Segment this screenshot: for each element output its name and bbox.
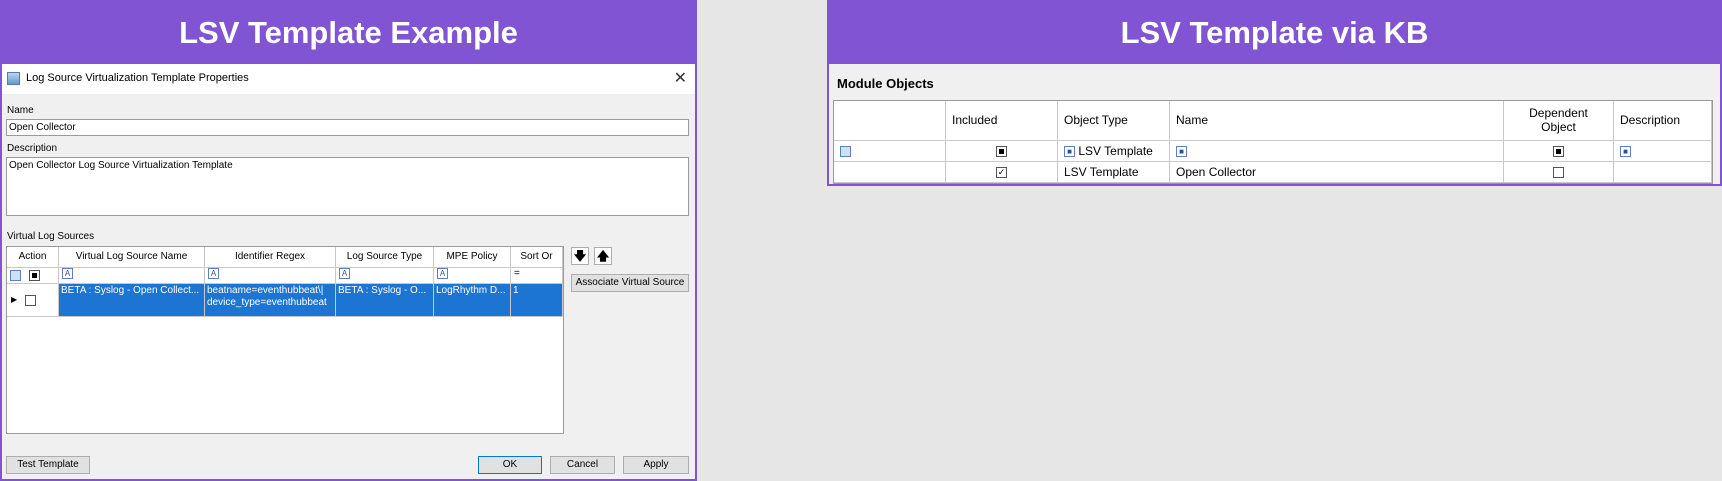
kb-row-included[interactable]: ✓ [946, 162, 1058, 183]
template-properties-dialog: Log Source Virtualization Template Prope… [2, 64, 695, 479]
col-action[interactable]: Action [7, 247, 59, 268]
kb-col-description[interactable]: Description [1614, 101, 1712, 141]
row-log-source-type: BETA : Syslog - O... [336, 284, 434, 317]
col-identifier-regex[interactable]: Identifier Regex [205, 247, 336, 268]
test-template-button[interactable]: Test Template [6, 456, 90, 474]
grid-filter-row: A A A A = [7, 268, 563, 284]
apply-button[interactable]: Apply [623, 456, 689, 474]
dialog-title: Log Source Virtualization Template Prope… [26, 72, 249, 84]
filter-log-source-type[interactable]: A [336, 268, 434, 284]
dependent-label-line2: Object [1541, 120, 1576, 134]
filter-sort-order[interactable]: = [511, 268, 563, 284]
app-icon [7, 72, 20, 85]
lsv-template-via-kb-panel: LSV Template via KB Module Objects Inclu… [827, 0, 1722, 186]
row-action-cell: ▶ [7, 284, 59, 317]
equals-filter-icon: = [514, 268, 520, 279]
filter-mpe-policy[interactable]: A [434, 268, 511, 284]
arrow-down-icon: 🡇 [573, 249, 587, 263]
description-textarea[interactable]: Open Collector Log Source Virtualization… [6, 157, 689, 216]
arrow-up-icon: 🡅 [596, 249, 610, 263]
kb-row-description [1614, 162, 1712, 183]
left-banner: LSV Template Example [2, 2, 695, 64]
kb-col-name[interactable]: Name [1170, 101, 1504, 141]
filter-dependent-checkbox[interactable] [1553, 146, 1564, 158]
module-objects-section: Module Objects Included Object Type Name… [829, 64, 1720, 184]
filter-action-checkbox[interactable] [29, 270, 40, 281]
dependent-label-line1: Dependent [1529, 106, 1588, 120]
col-vls-name[interactable]: Virtual Log Source Name [59, 247, 205, 268]
filter-row-icon [10, 270, 21, 281]
filter-included-checkbox[interactable] [996, 146, 1007, 158]
filter-object-type-value: LSV Template [1078, 144, 1153, 158]
filter-row-icon [840, 146, 851, 158]
kb-filter-name[interactable]: ■ [1170, 141, 1504, 162]
cancel-button[interactable]: Cancel [550, 456, 615, 474]
kb-col-object-type[interactable]: Object Type [1058, 101, 1170, 141]
associate-virtual-source-button[interactable]: Associate Virtual Source [571, 274, 689, 292]
grid-header-row: Action Virtual Log Source Name Identifie… [7, 247, 563, 268]
kb-filter-dependent[interactable] [1504, 141, 1614, 162]
row-identifier-regex: beatname=eventhubbeat\| device_type=even… [205, 284, 336, 317]
row-pointer-icon: ▶ [11, 295, 18, 304]
module-objects-grid: Included Object Type Name Dependent Obje… [833, 100, 1713, 184]
ok-button[interactable]: OK [478, 456, 542, 474]
name-label: Name [7, 105, 34, 116]
right-banner: LSV Template via KB [829, 2, 1720, 64]
table-row[interactable]: ▶ BETA : Syslog - Open Collect... beatna… [7, 284, 563, 317]
filter-icon: ■ [1064, 146, 1075, 158]
virtual-log-sources-grid: Action Virtual Log Source Name Identifie… [6, 246, 564, 434]
included-checkbox-checked[interactable]: ✓ [996, 167, 1007, 179]
virtual-log-sources-label: Virtual Log Sources [7, 231, 95, 242]
move-down-button[interactable]: 🡇 [571, 247, 589, 265]
dependent-checkbox-unchecked[interactable] [1553, 167, 1564, 179]
kb-row-name: Open Collector [1170, 162, 1504, 183]
kb-col-dependent-object[interactable]: Dependent Object [1504, 101, 1614, 141]
table-row[interactable]: ✓ LSV Template Open Collector [834, 162, 1712, 183]
row-vls-name: BETA : Syslog - Open Collect... [59, 284, 205, 317]
filter-identifier-regex[interactable]: A [205, 268, 336, 284]
description-label: Description [7, 143, 58, 154]
kb-filter-object-type[interactable]: ■ LSV Template [1058, 141, 1170, 162]
filter-icon: ■ [1620, 146, 1631, 158]
regex-line-2: device_type=eventhubbeat [207, 297, 327, 308]
text-filter-icon: A [208, 268, 219, 279]
lsv-template-example-panel: LSV Template Example Log Source Virtuali… [0, 0, 697, 481]
text-filter-icon: A [339, 268, 350, 279]
text-filter-icon: A [437, 268, 448, 279]
module-objects-title: Module Objects [837, 76, 934, 91]
text-filter-icon: A [62, 268, 73, 279]
row-mpe-policy: LogRhythm D... [434, 284, 511, 317]
row-action-checkbox[interactable] [25, 294, 37, 306]
move-up-button[interactable]: 🡅 [594, 247, 612, 265]
dialog-titlebar: Log Source Virtualization Template Prope… [2, 64, 695, 94]
row-sort-order: 1 [511, 284, 563, 317]
filter-vls-name[interactable]: A [59, 268, 205, 284]
col-mpe-policy[interactable]: MPE Policy [434, 247, 511, 268]
name-input[interactable]: Open Collector [6, 119, 689, 136]
kb-col-row-header [834, 101, 946, 141]
kb-filter-included[interactable] [946, 141, 1058, 162]
kb-filter-row: ■ LSV Template ■ ■ [834, 141, 1712, 162]
kb-filter-row-header [834, 141, 946, 162]
kb-header-row: Included Object Type Name Dependent Obje… [834, 101, 1712, 141]
filter-icon: ■ [1176, 146, 1187, 158]
close-icon[interactable]: ✕ [674, 68, 687, 88]
kb-row-dependent[interactable] [1504, 162, 1614, 183]
kb-row-object-type: LSV Template [1058, 162, 1170, 183]
kb-col-included[interactable]: Included [946, 101, 1058, 141]
col-log-source-type[interactable]: Log Source Type [336, 247, 434, 268]
filter-action-cell [7, 268, 59, 284]
kb-row-header [834, 162, 946, 183]
col-sort-order[interactable]: Sort Or [511, 247, 563, 268]
kb-filter-description[interactable]: ■ [1614, 141, 1712, 162]
regex-line-1: beatname=eventhubbeat\| [207, 285, 324, 296]
